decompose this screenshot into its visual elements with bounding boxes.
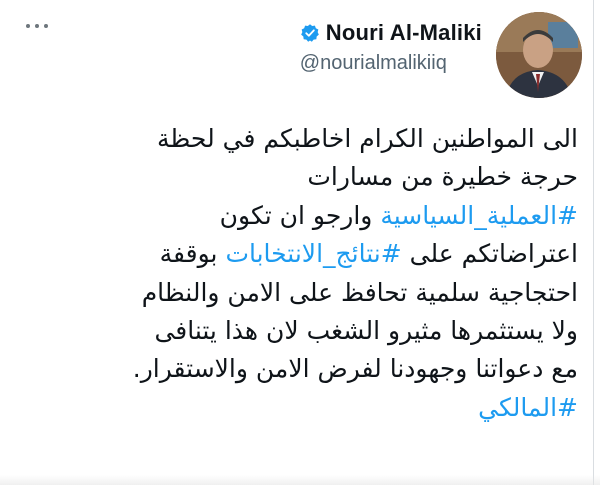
bottom-edge	[0, 475, 600, 485]
tweet-text-fragment: بوقفة	[159, 239, 226, 269]
more-dot	[44, 24, 48, 28]
tweet-header: Nouri Al-Maliki @nourialmalikiiq	[300, 12, 582, 98]
tweet-text-fragment: وارجو ان تكون	[219, 200, 381, 230]
author-identity: Nouri Al-Maliki @nourialmalikiiq	[300, 12, 482, 75]
verified-badge-icon	[300, 23, 320, 43]
hashtag-link[interactable]: #العملية_السياسية	[380, 201, 578, 230]
tweet-line: احتجاجية سلمية تحافظ على الامن والنظام	[141, 277, 578, 307]
tweet-line: الى المواطنين الكرام اخاطبكم في لحظة	[157, 124, 578, 153]
author-display-name[interactable]: Nouri Al-Maliki	[326, 20, 482, 46]
tweet-line: ولا يستثمرها مثيرو الشغب لان هذا يتنافى	[154, 316, 578, 346]
tweet-card: Nouri Al-Maliki @nourialmalikiiq الى الم…	[0, 0, 600, 485]
tweet-line: اعتراضاتكم على #نتائج_الانتخابات بوقفة	[18, 235, 578, 273]
tweet-line: حرجة خطيرة من مسارات	[307, 162, 578, 192]
hashtag-link[interactable]: #نتائج_الانتخابات	[225, 239, 401, 268]
avatar[interactable]	[496, 12, 582, 98]
tweet-line: #العملية_السياسية وارجو ان تكون	[18, 197, 578, 235]
name-row: Nouri Al-Maliki	[300, 20, 482, 46]
card-border	[593, 0, 594, 485]
more-dot	[26, 24, 30, 28]
tweet-text: الى المواطنين الكرام اخاطبكم في لحظة حرج…	[18, 120, 578, 427]
tweet-line: مع دعواتنا وجهودنا لفرض الامن والاستقرار…	[132, 354, 578, 384]
more-dot	[35, 24, 39, 28]
tweet-text-fragment: اعتراضاتكم على	[401, 239, 578, 269]
profile-photo-icon	[496, 12, 582, 98]
tweet-line: #المالكي	[18, 389, 578, 427]
more-horizontal-icon[interactable]	[26, 24, 48, 28]
author-handle[interactable]: @nourialmalikiiq	[300, 52, 482, 75]
hashtag-link[interactable]: #المالكي	[478, 393, 578, 422]
